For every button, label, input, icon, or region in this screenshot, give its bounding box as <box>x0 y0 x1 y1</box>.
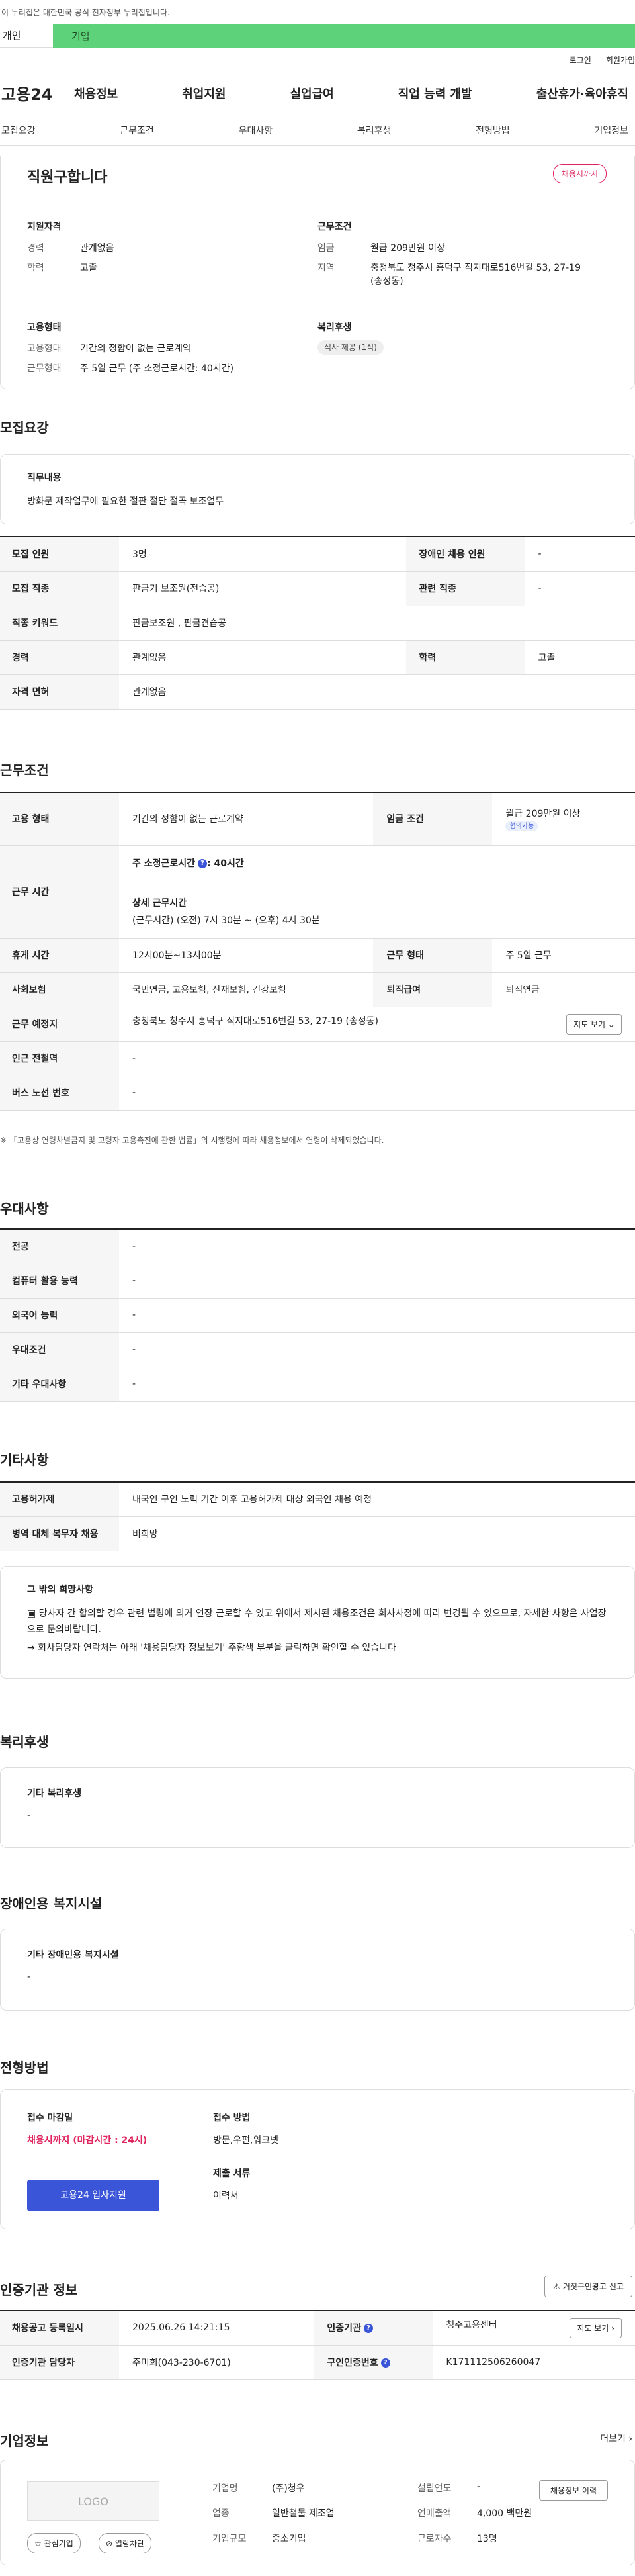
recruit-table: 모집 인원 3명 장애인 채용 인원 - 모집 직종 판금기 보조원(전습공) 관련 … <box>0 536 635 710</box>
company-name: (주)청우 <box>272 2483 305 2494</box>
etc-section-title: 기타사항 <box>0 1452 49 1468</box>
table-row: 경력 관계없음 학력 고졸 <box>0 640 635 675</box>
tab-business[interactable]: 기업 <box>53 24 635 48</box>
table-row: 모집 직종 판금기 보조원(전습공) 관련 직종 - <box>0 571 635 606</box>
tab-individual[interactable]: 개인 <box>0 24 53 48</box>
table-row: 휴게 시간 12시00분~13시00분 근무 형태 주 5일 근무 <box>0 938 635 973</box>
status-badge: 채용시까지 <box>552 164 607 183</box>
table-row: 근무 예정지 충청북도 청주시 흥덕구 직지대로516번길 53, 27-19 … <box>0 1007 635 1042</box>
welfare-block: 복리후생 식사 제공 (1식) <box>318 320 608 381</box>
cert-table: 채용공고 등록일시 2025.06.26 14:21:15 인증기관? 청주고용센… <box>0 2310 635 2380</box>
info-icon[interactable]: ? <box>363 2324 373 2334</box>
block-view-button[interactable]: ⊘ 열람차단 <box>99 2533 152 2553</box>
work-table: 고용 형태 기간의 정함이 없는 근로계약 임금 조건 월급 209만원 이상 협의… <box>0 792 635 1111</box>
map-view-button[interactable]: 지도 보기 ⌄ <box>566 1013 622 1035</box>
gnb-item-unemployment-benefit[interactable]: 실업급여 <box>290 85 334 102</box>
table-row: 우대조건 - <box>0 1332 635 1367</box>
table-row: 고용허가제 내국인 구인 노력 기간 이후 고용허가제 대상 외국인 채용 예정 <box>0 1482 635 1517</box>
star-icon: ☆ <box>34 2539 42 2548</box>
subnav-pref[interactable]: 우대사항 <box>239 124 273 137</box>
recruit-section-title: 모집요강 <box>0 420 49 436</box>
util-menu: 로그인 회원가입 <box>0 48 635 71</box>
table-row: 인근 전철역 - <box>0 1041 635 1076</box>
negotiable-chip: 협의가능 <box>505 821 538 832</box>
job-summary-card: 직원구합니다 채용시까지 지원자격 경력 관계없음 학력 고졸 근무조건 임금 월급 … <box>0 156 635 389</box>
subnav-company[interactable]: 기업정보 <box>594 124 628 137</box>
gnb-item-parental-leave[interactable]: 출산휴가·육아휴직 <box>536 85 628 102</box>
job-description-box: 직무내용 방화문 제작업무에 필요한 절판 절단 절곡 보조업무 <box>0 454 635 524</box>
table-row: 전공 - <box>0 1229 635 1264</box>
etc-table: 고용허가제 내국인 구인 노력 기간 이후 고용허가제 대상 외국인 채용 예정 … <box>0 1481 635 1551</box>
selection-section-title: 전형방법 <box>0 2060 49 2076</box>
table-row: 컴퓨터 활용 능력 - <box>0 1264 635 1299</box>
welfare-chip: 식사 제공 (1식) <box>318 340 384 355</box>
deadline-text: 채용시까지 (마감시간 : 24시) <box>27 2135 148 2146</box>
subnav-selection[interactable]: 전형방법 <box>476 124 510 137</box>
welfare-box: 기타 복리후생 - <box>0 1767 635 1848</box>
gnb-item-jobs[interactable]: 채용정보 <box>74 85 118 102</box>
join-link[interactable]: 회원가입 <box>606 54 635 66</box>
job-history-button[interactable]: 채용정보 이력 <box>538 2480 608 2501</box>
facility-box: 기타 장애인용 복지시설 - <box>0 1929 635 2011</box>
subnav-recruit[interactable]: 모집요강 <box>1 124 36 137</box>
gnb-item-skill-development[interactable]: 직업 능력 개발 <box>398 85 472 102</box>
age-note: ※ 「고용상 연령차별금지 및 고령자 고용촉진에 관한 법률」의 시행령에 따… <box>0 1136 384 1145</box>
table-row: 기타 우대사항 - <box>0 1367 635 1402</box>
pref-table: 전공 - 컴퓨터 활용 능력 - 외국어 능력 - 우대조건 - 기타 우대사항 - <box>0 1228 635 1402</box>
site-logo[interactable]: 고용24 <box>1 81 74 105</box>
section-nav: 모집요강 근무조건 우대사항 복리후생 전형방법 기업정보 <box>0 115 635 146</box>
table-row: 사회보험 국민연금, 고용보험, 산재보험, 건강보험 퇴직급여 퇴직연금 <box>0 972 635 1007</box>
condition-block: 근무조건 임금 월급 209만원 이상 지역 충청북도 청주시 흥덕구 직지대로51… <box>318 222 581 287</box>
facility-section-title: 장애인용 복지시설 <box>0 1896 103 1911</box>
table-row: 채용공고 등록일시 2025.06.26 14:21:15 인증기관? 청주고용센… <box>0 2311 635 2346</box>
gnb-item-employment-support[interactable]: 취업지원 <box>182 85 226 102</box>
company-box: LOGO ☆ 관심기업 ⊘ 열람차단 기업명 (주)청우 설립연도 - 업종 일반철물… <box>0 2460 635 2565</box>
work-section-title: 근무조건 <box>0 762 49 778</box>
apply-button[interactable]: 고용24 입사지원 <box>27 2180 159 2211</box>
chevron-right-icon: › <box>611 2323 614 2333</box>
selection-box: 접수 마감일 채용시까지 (마감시간 : 24시) 고용24 입사지원 접수 방… <box>0 2089 635 2229</box>
qualification-block: 지원자격 경력 관계없음 학력 고졸 <box>27 222 114 273</box>
table-row: 근무 시간 주 소정근로시간?: 40시간 상세 근무시간 (근무시간) (오전… <box>0 845 635 939</box>
report-fake-ad-button[interactable]: ⚠ 거짓구인광고 신고 <box>544 2276 632 2297</box>
job-title: 직원구합니다 <box>27 169 108 186</box>
gov-notice: 이 누리집은 대한민국 공식 전자정부 누리집입니다. <box>1 7 170 17</box>
job-description: 방화문 제작업무에 필요한 절판 절단 절곡 보조업무 <box>27 496 224 507</box>
block-icon: ⊘ <box>106 2539 113 2548</box>
other-wishes-box: 그 밖의 희망사항 ▣ 당사자 간 합의할 경우 관련 법령에 의거 연장 근로… <box>0 1566 635 1679</box>
subnav-welfare[interactable]: 복리후생 <box>357 124 392 137</box>
login-link[interactable]: 로그인 <box>570 54 591 66</box>
pref-section-title: 우대사항 <box>0 1201 49 1217</box>
info-icon[interactable]: ? <box>380 2358 390 2368</box>
table-row: 외국어 능력 - <box>0 1298 635 1333</box>
table-row: 인증기관 담당자 주미희(043-230-6701) 구인인증번호? K17111… <box>0 2345 635 2380</box>
chevron-right-icon: › <box>628 2434 632 2444</box>
chevron-down-icon: ⌄ <box>607 1019 614 1029</box>
more-link[interactable]: 더보기 › <box>600 2432 632 2445</box>
table-row: 고용 형태 기간의 정함이 없는 근로계약 임금 조건 월급 209만원 이상 협의… <box>0 792 635 846</box>
user-type-tabs: 개인 기업 <box>0 24 635 48</box>
info-icon[interactable]: ? <box>198 859 208 868</box>
table-row: 병역 대체 복무자 채용 비희망 <box>0 1516 635 1551</box>
cert-section-title: 인증기관 정보 <box>0 2282 78 2298</box>
global-nav: 고용24 채용정보 취업지원 실업급여 직업 능력 개발 출산휴가·육아휴직 <box>0 71 635 115</box>
table-row: 버스 노선 번호 - <box>0 1076 635 1111</box>
company-logo: LOGO <box>27 2481 159 2521</box>
welfare-section-title: 복리후생 <box>0 1734 49 1750</box>
warning-icon: ⚠ <box>553 2282 561 2291</box>
cert-map-button[interactable]: 지도 보기 › <box>570 2317 622 2338</box>
employment-block: 고용형태 고용형태 기간의 정함이 없는 근로계약 근무형태 주 5일 근무 (주 … <box>27 322 234 374</box>
subnav-work[interactable]: 근무조건 <box>120 124 154 137</box>
table-row: 자격 면허 관계없음 <box>0 674 635 710</box>
favorite-company-button[interactable]: ☆ 관심기업 <box>27 2533 81 2553</box>
company-section-title: 기업정보 <box>0 2433 49 2449</box>
table-row: 모집 인원 3명 장애인 채용 인원 - <box>0 537 635 572</box>
table-row: 직종 키워드 판금보조원 , 판금견습공 <box>0 606 635 641</box>
